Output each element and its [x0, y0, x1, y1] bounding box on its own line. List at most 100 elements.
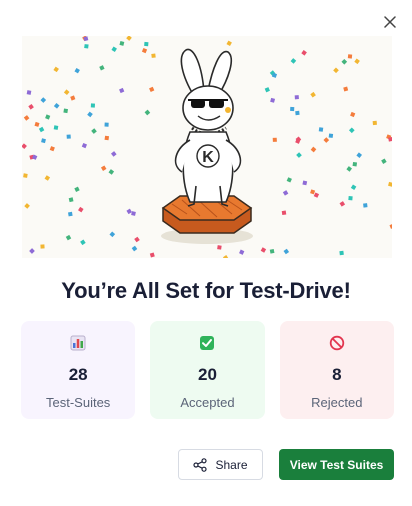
confetti-piece: [44, 175, 51, 181]
confetti-piece: [294, 95, 299, 100]
confetti-piece: [328, 133, 334, 138]
confetti-piece: [282, 190, 289, 196]
confetti-piece: [68, 197, 74, 203]
confetti-piece: [91, 128, 97, 134]
confetti-piece: [49, 146, 55, 152]
confetti-piece: [310, 146, 317, 153]
confetti-piece: [302, 180, 308, 186]
confetti-piece: [318, 127, 324, 132]
stat-card-accepted: 20 Accepted: [150, 321, 265, 419]
confetti-piece: [26, 90, 32, 95]
confetti-piece: [269, 248, 275, 254]
confetti-piece: [78, 206, 84, 213]
confetti-piece: [347, 54, 353, 59]
confetti-piece: [99, 65, 105, 71]
podium: [161, 195, 253, 244]
celebration-illustration: K: [22, 36, 392, 258]
confetti-piece: [381, 158, 387, 164]
confetti-piece: [109, 231, 116, 238]
confetti-piece: [108, 169, 115, 175]
confetti-piece: [286, 177, 292, 183]
confetti-piece: [272, 137, 277, 142]
confetti-piece: [363, 203, 368, 208]
confetti-piece: [348, 127, 355, 134]
confetti-piece: [74, 67, 80, 74]
confetti-piece: [354, 58, 360, 65]
confetti-piece: [296, 152, 302, 158]
confetti-piece: [151, 53, 156, 58]
confetti-piece: [81, 142, 88, 149]
bar-chart-icon: [70, 335, 86, 351]
confetti-piece: [119, 40, 125, 46]
confetti-piece: [70, 95, 76, 101]
share-label: Share: [215, 457, 248, 472]
confetti-piece: [323, 137, 330, 143]
mascot: K: [174, 48, 242, 207]
confetti-piece: [84, 44, 89, 49]
confetti-piece: [53, 102, 60, 109]
view-test-suites-button[interactable]: View Test Suites: [279, 449, 394, 480]
confetti-piece: [38, 126, 45, 133]
stat-card-test-suites: 28 Test-Suites: [21, 321, 136, 419]
confetti-piece: [141, 47, 148, 54]
confetti-piece: [217, 245, 222, 250]
confetti-piece: [74, 186, 80, 192]
confetti-piece: [45, 114, 51, 120]
confetti-piece: [283, 248, 290, 255]
confetti-piece: [131, 245, 138, 252]
stat-label: Test-Suites: [46, 395, 111, 410]
confetti-piece: [388, 136, 392, 142]
check-box-icon: [199, 335, 215, 351]
confetti-piece: [29, 248, 35, 254]
confetti-piece: [28, 104, 34, 110]
confetti-piece: [226, 40, 232, 47]
confetti-piece: [65, 234, 72, 241]
stat-value: 8: [332, 365, 342, 384]
confetti-piece: [264, 87, 270, 93]
confetti-piece: [53, 125, 59, 130]
confetti-piece: [144, 41, 149, 47]
close-button[interactable]: [380, 12, 400, 32]
confetti-piece: [100, 165, 107, 171]
dialog-title: You’re All Set for Test-Drive!: [61, 278, 351, 303]
confetti-piece: [290, 106, 295, 112]
dialog-actions: Share View Test Suites: [178, 449, 394, 480]
confetti-piece: [68, 211, 73, 217]
confetti-piece: [310, 189, 316, 195]
confetti-piece: [63, 108, 68, 114]
share-button[interactable]: Share: [178, 449, 263, 480]
stat-value: 28: [68, 365, 88, 384]
confetti-piece: [24, 203, 30, 209]
confetti-piece: [87, 111, 93, 118]
confetti-piece: [111, 46, 117, 53]
confetti-piece: [23, 173, 28, 178]
mascot-badge-letter: K: [202, 149, 214, 166]
confetti-piece: [126, 208, 132, 215]
confetti-piece: [350, 184, 357, 190]
confetti-piece: [80, 239, 86, 246]
confetti-piece: [301, 50, 307, 56]
confetti-piece: [310, 91, 316, 98]
confetti-piece: [295, 110, 300, 116]
confetti-piece: [388, 181, 392, 187]
confetti-piece: [126, 36, 132, 41]
confetti-piece: [339, 250, 344, 256]
confetti-piece: [281, 210, 287, 216]
confetti-piece: [313, 192, 320, 198]
confetti-piece: [134, 236, 140, 243]
confetti-piece: [346, 166, 353, 172]
stat-label: Rejected: [311, 395, 363, 410]
confetti-piece: [23, 115, 30, 121]
confetti-piece: [66, 134, 71, 139]
confetti-piece: [260, 247, 267, 253]
confetti-piece: [119, 87, 125, 94]
confetti-piece: [372, 120, 377, 126]
confetti-piece: [290, 58, 297, 64]
confetti-piece: [333, 67, 339, 74]
stats-row: 28 Test-Suites 20 Accepted 8 Rejected: [21, 321, 394, 419]
confetti-piece: [104, 135, 110, 141]
confetti-piece: [343, 86, 349, 92]
confetti-piece: [341, 58, 348, 65]
confetti-piece: [389, 223, 392, 229]
blocked-icon: [329, 335, 345, 351]
